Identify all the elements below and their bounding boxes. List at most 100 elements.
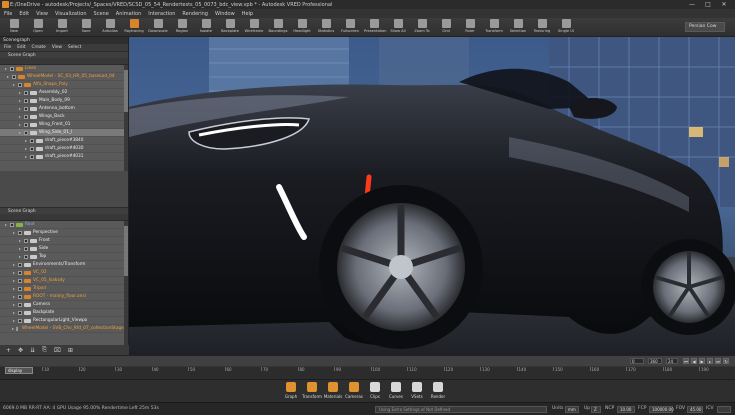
tree-row[interactable]: ▸ Environments/Transform [0,261,128,269]
tree-row[interactable]: ▸ Side [0,245,128,253]
visibility-checkbox[interactable] [18,294,22,299]
filter-input[interactable] [0,214,128,221]
panel-tool-button[interactable]: ⎘ [42,346,47,354]
visibility-checkbox[interactable] [24,254,28,259]
menu-interaction[interactable]: Interaction [148,11,175,17]
expand-arrow-icon[interactable]: ▸ [24,145,28,152]
tree-row[interactable]: ▸ draft_piece#4030 [0,145,128,153]
toolbar-save-button[interactable]: Save [76,19,96,37]
visibility-checkbox[interactable] [18,286,22,291]
visibility-checkbox[interactable] [10,66,14,71]
panel-menu-view[interactable]: View [52,44,62,51]
expand-arrow-icon[interactable]: ▸ [18,89,22,96]
dock-transform-button[interactable]: Transform [301,382,323,399]
tree-row[interactable]: ▸ Backplate [0,309,128,317]
timeline-start-field[interactable]: 0 [630,358,644,364]
expand-arrow-icon[interactable]: ▸ [12,301,16,308]
step-back-button[interactable]: ◀ [691,358,697,364]
visibility-checkbox[interactable] [18,230,22,235]
toolbar-show-all-button[interactable]: Show All [388,19,408,37]
tree-row[interactable]: ▸ Tripod [0,285,128,293]
visibility-checkbox[interactable] [24,114,28,119]
panel-tool-button[interactable]: ⇊ [30,347,35,354]
tree-row[interactable]: ▸ Perspective [0,229,128,237]
toolbar-zoom-to-button[interactable]: Zoom To [412,19,432,37]
expand-arrow-icon[interactable]: ▸ [18,121,22,128]
up-axis-select[interactable]: Z [591,406,601,413]
visibility-checkbox[interactable] [24,130,28,135]
visibility-checkbox[interactable] [24,246,28,251]
toolbar-downscale-button[interactable]: Downscale [148,19,168,37]
dock-curves-button[interactable]: Curves [385,382,407,399]
panel-menu-file[interactable]: File [4,44,11,51]
expand-arrow-icon[interactable]: ▸ [24,137,28,144]
fcp-field[interactable]: 100000.00 [649,406,674,413]
expand-arrow-icon[interactable]: ▸ [24,153,28,160]
visibility-checkbox[interactable] [30,154,34,159]
visibility-checkbox[interactable] [24,90,28,95]
section-header-bottom[interactable]: Scene Graph [0,207,128,214]
dock-graph-button[interactable]: Graph [280,382,302,399]
toolbar-antialias-button[interactable]: Antialias [100,19,120,37]
toolbar-new-button[interactable]: New [4,19,24,37]
expand-arrow-icon[interactable]: ▸ [18,237,22,244]
expand-arrow-icon[interactable]: ▸ [12,325,14,332]
visibility-checkbox[interactable] [24,122,28,127]
panel-tool-button[interactable]: ✥ [18,347,23,354]
expand-arrow-icon[interactable]: ▸ [12,229,16,236]
tree-row[interactable]: ▸ Lines [0,65,128,73]
visibility-checkbox[interactable] [24,106,28,111]
minimize-button[interactable]: — [687,1,697,8]
tree-row[interactable]: ▸ VC_02 [0,269,128,277]
panel-menu-edit[interactable]: Edit [17,44,25,51]
visibility-checkbox[interactable] [18,278,22,283]
command-input[interactable]: Using Extra Settings of Not Defined [375,406,547,413]
dock-vsets-button[interactable]: VSets [406,382,428,399]
expand-arrow-icon[interactable]: ▸ [12,269,16,276]
toolbar-region-button[interactable]: Region [172,19,192,37]
toolbar-isolate-button[interactable]: Isolate [196,19,216,37]
menu-rendering[interactable]: Rendering [182,11,208,17]
play-button[interactable]: ▶ [699,358,705,364]
toolbar-presentation-button[interactable]: Presentation [364,19,387,37]
visibility-checkbox[interactable] [16,326,19,331]
menu-animation[interactable]: Animation [116,11,142,17]
visibility-checkbox[interactable] [12,74,16,79]
panel-tool-button[interactable]: + [6,347,11,354]
visibility-checkbox[interactable] [30,146,34,151]
toolbar-boundings-button[interactable]: Boundings [268,19,288,37]
tree-row[interactable]: ▸ Antenna_bottom [0,105,128,113]
expand-arrow-icon[interactable]: ▸ [4,65,8,72]
panel-menu-select[interactable]: Select [68,44,81,51]
toolbar-import-button[interactable]: Import [52,19,72,37]
timeline-end-field[interactable]: 360 [648,358,662,364]
toolbar-open-button[interactable]: Open [28,19,48,37]
toolbar-transform-button[interactable]: Transform [484,19,504,37]
tree-row[interactable]: ▸ Assembly_02 [0,89,128,97]
ncp-field[interactable]: 10.00 [617,406,635,413]
visibility-checkbox[interactable] [18,262,22,267]
expand-arrow-icon[interactable]: ▸ [18,245,22,252]
expand-arrow-icon[interactable]: ▸ [18,253,22,260]
loop-button[interactable]: ↻ [723,358,729,364]
tree-row[interactable]: ▸ Top [0,253,128,261]
toolbar-fullscreen-button[interactable]: Fullscreen [340,19,360,37]
menu-help[interactable]: Help [242,11,253,17]
timeline-fps-field[interactable]: 24 [666,358,678,364]
tree-row[interactable]: ▸ Camera [0,301,128,309]
visibility-checkbox[interactable] [18,82,22,87]
expand-arrow-icon[interactable]: ▸ [12,261,16,268]
expand-arrow-icon[interactable]: ▸ [12,81,16,88]
tree-row[interactable]: ▸ ROOT - mainly_floor.ansi [0,293,128,301]
visibility-checkbox[interactable] [24,98,28,103]
panel-menu-create[interactable]: Create [32,44,46,51]
expand-arrow-icon[interactable]: ▸ [18,129,22,136]
skip-back-button[interactable]: ⏮ [683,358,689,364]
toolbar-backplate-button[interactable]: Backplate [220,19,240,37]
toolbar-grid-button[interactable]: Grid [436,19,456,37]
fov-field[interactable]: 45.00 [687,406,703,413]
toolbar-statistics-button[interactable]: Statistics [316,19,336,37]
expand-arrow-icon[interactable]: ▸ [6,73,10,80]
maximize-button[interactable]: □ [703,1,713,8]
tree-row[interactable]: ▸ Main_Body_09 [0,97,128,105]
